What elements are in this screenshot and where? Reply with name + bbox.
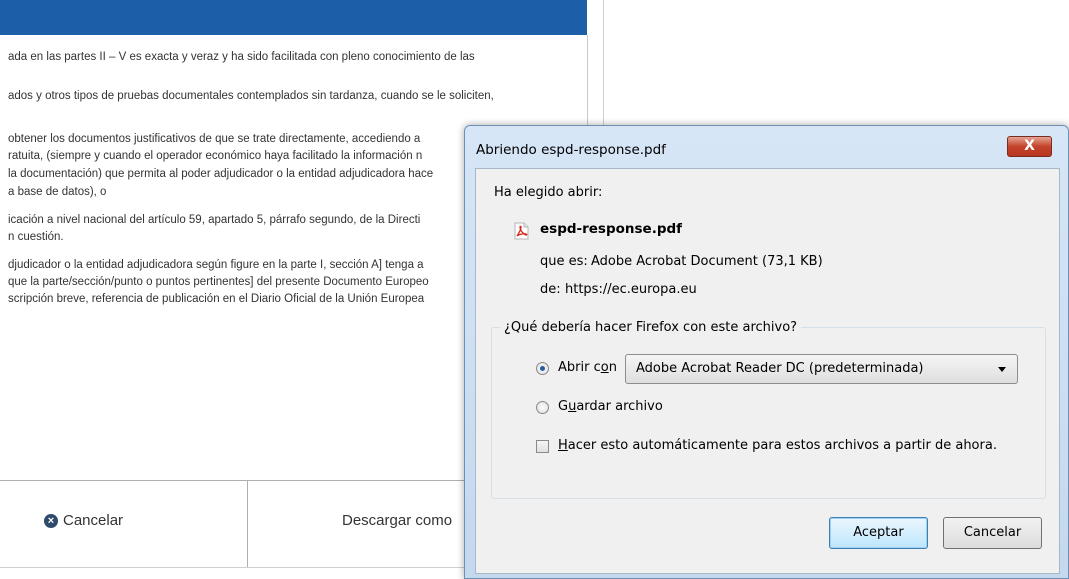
dialog-title: Abriendo espd-response.pdf — [476, 142, 666, 158]
file-name: espd-response.pdf — [540, 221, 683, 237]
download-dialog: Abriendo espd-response.pdf X Ha elegido … — [464, 125, 1069, 579]
chosen-label: Ha elegido abrir: — [494, 185, 603, 200]
dialog-titlebar[interactable]: Abriendo espd-response.pdf X — [465, 126, 1068, 168]
divider — [247, 480, 248, 567]
close-circle-icon: × — [44, 513, 58, 528]
from-value: https://ec.europa.eu — [565, 282, 697, 297]
type-value: Adobe Acrobat Document (73,1 KB) — [591, 254, 823, 269]
close-button[interactable]: X — [1007, 136, 1052, 157]
cancel-link[interactable]: × Cancelar — [44, 512, 123, 529]
open-with-radio[interactable] — [536, 362, 549, 375]
auto-checkbox[interactable] — [536, 440, 549, 453]
cancel-link-label: Cancelar — [63, 512, 124, 529]
paragraph-text: que la parte/sección/punto o puntos pert… — [8, 276, 429, 288]
type-label: que es: — [540, 254, 588, 269]
paragraph-text: ados y otros tipos de pruebas documental… — [8, 90, 494, 102]
download-as-button[interactable]: Descargar como — [342, 512, 452, 529]
accept-button[interactable]: Aceptar — [829, 517, 928, 549]
paragraph-text: ratuita, (siempre y cuando el operador e… — [8, 150, 423, 162]
pdf-file-icon — [514, 222, 529, 240]
paragraph-text: djudicador o la entidad adjudicadora seg… — [8, 259, 424, 271]
header-bar — [0, 0, 587, 35]
auto-label[interactable]: Hacer esto automáticamente para estos ar… — [558, 438, 997, 453]
paragraph-text: scripción breve, referencia de publicaci… — [8, 293, 425, 305]
cancel-button[interactable]: Cancelar — [943, 517, 1042, 549]
paragraph-text: ada en las partes II – V es exacta y ver… — [8, 51, 475, 63]
group-title: ¿Qué debería hacer Firefox con este arch… — [500, 320, 802, 335]
open-with-label[interactable]: Abrir con — [558, 360, 617, 375]
save-file-radio[interactable] — [536, 401, 549, 414]
paragraph-text: a base de datos), o — [8, 186, 107, 198]
divider — [603, 0, 604, 130]
application-select[interactable]: Adobe Acrobat Reader DC (predeterminada) — [625, 354, 1018, 384]
paragraph-text: obtener los documentos justificativos de… — [8, 133, 421, 145]
paragraph-text: la documentación) que permita al poder a… — [8, 168, 434, 180]
save-file-label[interactable]: Guardar archivo — [558, 399, 663, 414]
from-label: de: — [540, 282, 561, 297]
chevron-down-icon — [998, 367, 1006, 372]
paragraph-text: icación a nivel nacional del artículo 59… — [8, 214, 421, 226]
application-select-value: Adobe Acrobat Reader DC (predeterminada) — [636, 361, 924, 376]
dialog-content: Ha elegido abrir: espd-response.pdf que … — [475, 168, 1060, 574]
paragraph-text: n cuestión. — [8, 231, 64, 243]
